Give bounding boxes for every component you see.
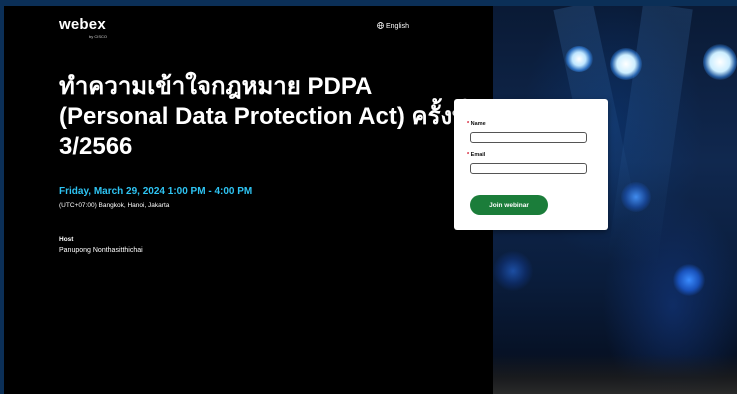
event-timezone: (UTC+07:00) Bangkok, Hanoi, Jakarta bbox=[59, 202, 170, 209]
email-input[interactable] bbox=[470, 163, 587, 174]
email-field-label: * Email bbox=[467, 152, 486, 158]
logo-wordmark: webex bbox=[59, 16, 106, 33]
globe-icon bbox=[377, 22, 384, 31]
language-label: English bbox=[386, 23, 409, 30]
registration-form: * Name * Email Join webinar bbox=[454, 99, 608, 230]
webex-logo: webex by CISCO bbox=[59, 16, 107, 39]
event-title: ทำความเข้าใจกฎหมาย PDPA (Personal Data P… bbox=[59, 73, 468, 160]
join-webinar-button[interactable]: Join webinar bbox=[470, 195, 548, 215]
host-label: Host bbox=[59, 236, 74, 243]
logo-subtitle: by CISCO bbox=[89, 34, 108, 39]
webinar-join-page: webex by CISCO English ทำความเข้าใจกฎหมา… bbox=[4, 6, 737, 394]
name-input[interactable] bbox=[470, 132, 587, 143]
language-selector[interactable]: English bbox=[377, 22, 409, 31]
host-name: Panupong Nonthasitthichai bbox=[59, 247, 143, 254]
name-field-label: * Name bbox=[467, 121, 486, 127]
event-datetime: Friday, March 29, 2024 1:00 PM - 4:00 PM bbox=[59, 186, 253, 197]
